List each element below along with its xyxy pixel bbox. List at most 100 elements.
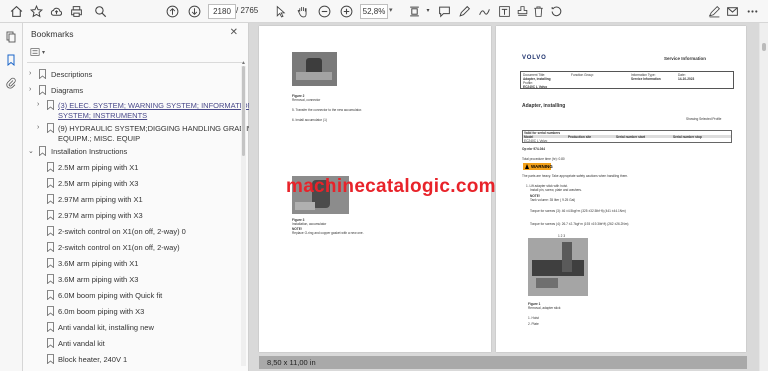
navigation-rail: [0, 23, 23, 371]
warning-text: The parts are heavy. Take appropriate sa…: [522, 174, 629, 178]
bookmark-icon: [47, 100, 54, 110]
redact-icon[interactable]: [548, 3, 564, 19]
scrollbar-thumb[interactable]: [762, 43, 766, 51]
legend-item: 2. Plate: [528, 322, 539, 326]
warning-label: WARNING: [531, 163, 553, 169]
status-bar: 8,50 x 11,00 in: [259, 356, 747, 369]
bookmark-options-button[interactable]: ▾: [30, 46, 48, 58]
bookmark-icon: [47, 226, 54, 236]
attachment-icon[interactable]: [4, 76, 18, 90]
bookmarks-panel: Bookmarks ✕ ▾ › Descriptions › Diagrams …: [23, 23, 258, 371]
previous-page-icon[interactable]: [164, 3, 180, 19]
star-icon[interactable]: [28, 3, 44, 19]
bookmark-label: Anti vandal kit, installing new: [58, 323, 154, 332]
figure-caption: Removal, adapter stick: [528, 306, 561, 310]
table-header: Production site: [568, 134, 592, 139]
delete-icon[interactable]: [530, 3, 546, 19]
bookmark-icon: [47, 258, 54, 268]
page-thumbnails-icon[interactable]: [4, 30, 18, 44]
close-icon[interactable]: ✕: [230, 27, 238, 38]
bookmark-icon[interactable]: [4, 53, 18, 67]
bookmark-label: 6.0m boom piping with X3: [58, 307, 145, 316]
instruction-step: 5. Transfer the connector to the new acc…: [292, 108, 362, 112]
bookmark-icon: [47, 306, 54, 316]
bookmark-icon: [39, 146, 46, 156]
home-icon[interactable]: [8, 3, 24, 19]
chevron-down-icon[interactable]: ⌄: [28, 147, 34, 155]
bookmark-label: 2.97M arm piping with X1: [58, 195, 143, 204]
warning-icon: [525, 163, 529, 169]
bookmark-icon: [47, 290, 54, 300]
bookmark-label: 6.0M boom piping with Quick fit: [58, 291, 163, 300]
header-title: Service Information: [664, 56, 707, 61]
comment-icon[interactable]: [436, 3, 452, 19]
stamp-icon[interactable]: [514, 3, 530, 19]
note-text: Tank volume: 35 liter ( 9.25 Gal): [530, 198, 576, 202]
zoom-level-input[interactable]: 52,8%: [360, 4, 388, 19]
instruction-step: 6. Install accumulator (1): [292, 118, 327, 122]
select-cursor-icon[interactable]: [272, 3, 288, 19]
toolbar: 2180 / 2765 52,8% ▾ ▾: [0, 0, 768, 23]
table-header: Serial number start: [616, 134, 646, 139]
more-options-icon[interactable]: [744, 3, 760, 19]
search-icon[interactable]: [92, 3, 108, 19]
total-pages: / 2765: [236, 6, 259, 15]
text-edit-icon[interactable]: [496, 3, 512, 19]
bookmark-label: 2-switch control on X1(on off, 2-way) 0: [58, 227, 186, 236]
chevron-right-icon[interactable]: ›: [29, 86, 31, 93]
next-page-icon[interactable]: [186, 3, 202, 19]
table-value: 14-10-2023: [678, 77, 695, 81]
page-size-label: 8,50 x 11,00 in: [267, 358, 316, 367]
bookmarks-scrollbar[interactable]: [241, 66, 246, 366]
bookmark-icon: [39, 69, 46, 79]
zoom-out-icon[interactable]: [316, 3, 332, 19]
bookmark-label: Block heater, 240V 1: [58, 355, 128, 364]
procedure-time: Total procedure time (hr): 0.80: [522, 157, 565, 161]
bookmark-icon: [47, 242, 54, 252]
table-value: EC240C L Volvo: [523, 84, 548, 89]
bookmark-label-line2: EQUIPM.; MISC. EQUIP: [58, 134, 141, 143]
sign-icon[interactable]: [706, 3, 722, 19]
cloud-upload-icon[interactable]: [48, 3, 64, 19]
bookmark-label: (3) ELEC. SYSTEM; WARNING SYSTEM; INFORM…: [58, 101, 254, 110]
bookmark-icon: [47, 210, 54, 220]
page-number-input[interactable]: 2180: [208, 4, 236, 19]
chevron-right-icon[interactable]: ›: [37, 124, 39, 131]
table-value: Service Information: [631, 77, 661, 81]
scrollbar-thumb[interactable]: [242, 66, 245, 156]
page-fit-chevron-icon[interactable]: ▾: [420, 3, 436, 19]
table-header: Serial number stop: [673, 134, 702, 139]
pdf-page-right: VOLVO Service Information Document Title…: [496, 26, 746, 352]
bookmark-label: 2.5M arm piping with X3: [58, 179, 139, 188]
bookmark-label: 3.6M arm piping with X1: [58, 259, 139, 268]
bookmark-icon: [47, 354, 54, 364]
bookmark-icon: [47, 274, 54, 284]
bookmark-icon: [47, 322, 54, 332]
document-scrollbar[interactable]: [760, 23, 768, 371]
table-label: Function Group:: [571, 73, 594, 77]
bookmark-icon: [47, 123, 54, 133]
bookmark-label: 2-switch control on X1(on off, 2-way): [58, 243, 180, 252]
bookmark-label: Installation Instructions: [51, 147, 128, 156]
chevron-right-icon[interactable]: ›: [37, 101, 39, 108]
page-heading: Adapter, installing: [522, 103, 566, 109]
chevron-right-icon[interactable]: ›: [29, 70, 31, 77]
profile-note: Showing Selected Profile: [686, 117, 722, 121]
zoom-in-icon[interactable]: [338, 3, 354, 19]
torque-spec: Torque for screws (3): 46 ±4.5kgf·m (325…: [530, 209, 626, 213]
torque-spec: Torque for screws (4): 26.7 ±2.7kgf·m (1…: [530, 222, 629, 226]
divider: [27, 62, 244, 63]
figure-caption: Removal, connector: [292, 98, 321, 102]
figure-photo: [528, 238, 588, 296]
instruction-step: Install pin, screw, plate and washers.: [530, 188, 582, 192]
highlight-pen-icon[interactable]: [456, 3, 472, 19]
hand-tool-icon[interactable]: [294, 3, 310, 19]
print-icon[interactable]: [68, 3, 84, 19]
table-cell: EC240C L Volvo: [524, 138, 548, 143]
draw-icon[interactable]: [476, 3, 492, 19]
zoom-dropdown-chevron-icon[interactable]: ▾: [389, 6, 393, 14]
bookmark-label: (9) HYDRAULIC SYSTEM;DIGGING HANDLING GR…: [58, 124, 259, 133]
bookmark-icon: [47, 338, 54, 348]
mail-icon[interactable]: [724, 3, 740, 19]
note-text: Replace O-ring and copper gasket with a …: [292, 231, 364, 235]
